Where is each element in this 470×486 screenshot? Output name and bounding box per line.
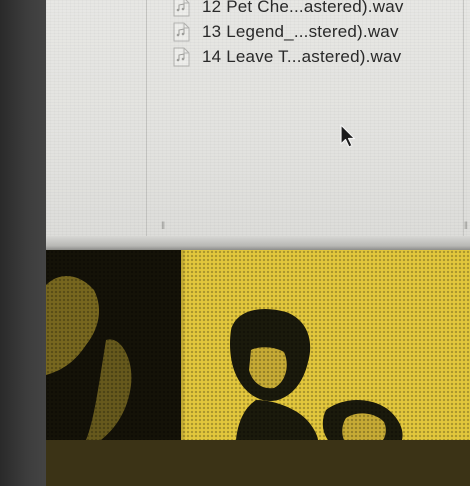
file-name: 12 Pet Che...astered).wav — [202, 0, 404, 16]
file-row[interactable]: 14 Leave T...astered).wav — [173, 44, 404, 69]
mouse-pointer-icon — [340, 124, 358, 155]
window-bottom-edge — [46, 236, 470, 250]
column-resize-handle-icon[interactable]: ‖ — [464, 221, 469, 232]
finder-window: 12 Pet Che...astered).wav 13 Legend_...s… — [46, 0, 470, 250]
file-list: 12 Pet Che...astered).wav 13 Legend_...s… — [173, 0, 404, 69]
artwork-bottom-shadow — [46, 440, 470, 486]
artwork-figures — [46, 275, 403, 440]
audio-file-icon — [173, 47, 190, 67]
left-window-edge — [0, 0, 46, 486]
file-row[interactable]: 12 Pet Che...astered).wav — [173, 0, 404, 19]
file-row[interactable]: 13 Legend_...stered).wav — [173, 19, 404, 44]
column-resize-handle-icon[interactable]: ‖ — [161, 221, 166, 232]
album-artwork-image — [46, 250, 470, 440]
audio-file-icon — [173, 0, 190, 17]
file-name: 13 Legend_...stered).wav — [202, 21, 399, 41]
audio-file-icon — [173, 22, 190, 42]
file-column[interactable]: 12 Pet Che...astered).wav 13 Legend_...s… — [146, 0, 468, 240]
monitor-screen: 12 Pet Che...astered).wav 13 Legend_...s… — [0, 0, 470, 486]
file-name: 14 Leave T...astered).wav — [202, 46, 402, 66]
